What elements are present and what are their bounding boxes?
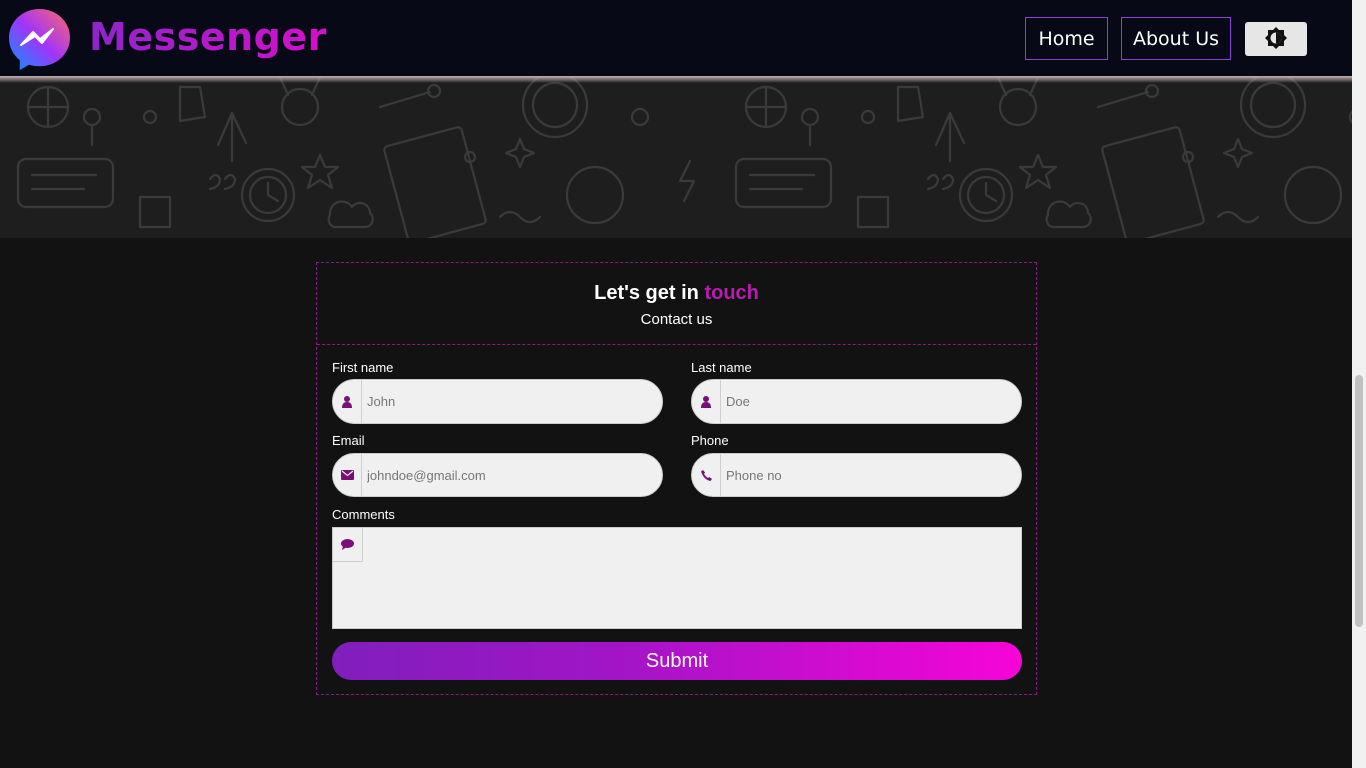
contact-form-box: Let's get in touch Contact us First name… <box>316 262 1037 695</box>
theme-toggle-button[interactable] <box>1245 22 1307 56</box>
email-label: Email <box>332 433 365 448</box>
brightness-icon <box>1264 26 1288 53</box>
envelope-icon <box>333 454 362 496</box>
email-input[interactable] <box>362 454 662 496</box>
phone-icon <box>692 454 721 496</box>
contact-subtitle: Contact us <box>640 311 713 328</box>
phone-field[interactable] <box>691 453 1022 497</box>
first-name-input[interactable] <box>362 380 662 423</box>
contact-title-accent: touch <box>704 282 759 304</box>
last-name-label: Last name <box>691 360 752 375</box>
brand-name: Messenger <box>89 15 327 59</box>
messenger-logo-icon[interactable] <box>8 8 71 71</box>
first-name-label: First name <box>332 360 394 375</box>
nav-home-link[interactable]: Home <box>1025 17 1108 60</box>
contact-header: Let's get in touch Contact us <box>317 263 1036 345</box>
page-scrollbar[interactable] <box>1352 0 1366 768</box>
nav-about-link[interactable]: About Us <box>1121 17 1231 60</box>
first-name-field[interactable] <box>332 379 663 424</box>
comment-icon <box>333 528 363 562</box>
scrollbar-thumb[interactable] <box>1355 375 1363 627</box>
contact-title-prefix: Let's get in <box>594 282 705 304</box>
user-icon <box>333 380 362 423</box>
user-icon <box>692 380 721 423</box>
last-name-field[interactable] <box>691 379 1022 424</box>
top-navbar: Messenger Home About Us <box>0 0 1352 83</box>
submit-button[interactable]: Submit <box>332 642 1022 680</box>
email-field[interactable] <box>332 453 663 497</box>
phone-label: Phone <box>691 433 729 448</box>
last-name-input[interactable] <box>721 380 1021 423</box>
phone-input[interactable] <box>721 454 1021 496</box>
doodle-pattern <box>0 77 1352 238</box>
comments-field[interactable] <box>332 527 1022 629</box>
contact-title: Let's get in touch <box>317 282 1036 305</box>
pattern-banner <box>0 77 1352 238</box>
comments-textarea[interactable] <box>363 528 1021 628</box>
comments-label: Comments <box>332 507 395 522</box>
